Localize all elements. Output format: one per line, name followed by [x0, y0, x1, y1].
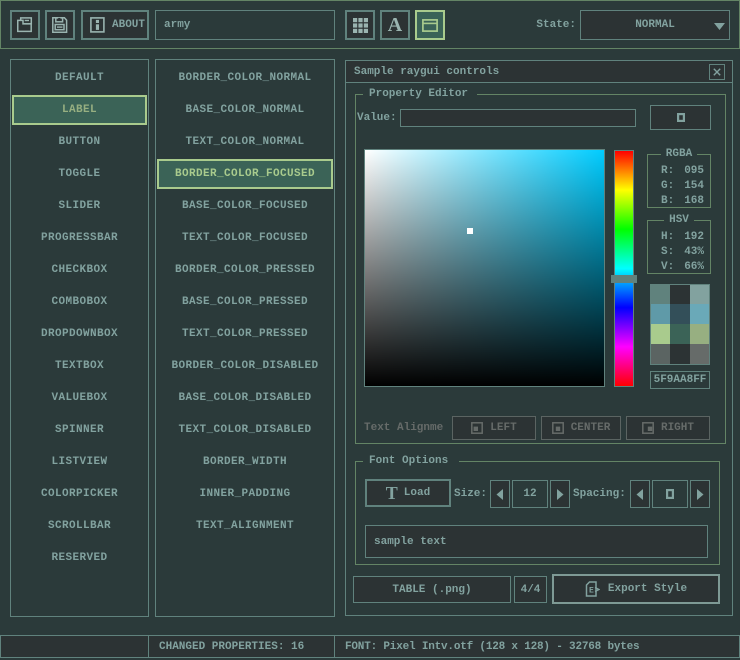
svg-text:E: E: [589, 587, 594, 596]
